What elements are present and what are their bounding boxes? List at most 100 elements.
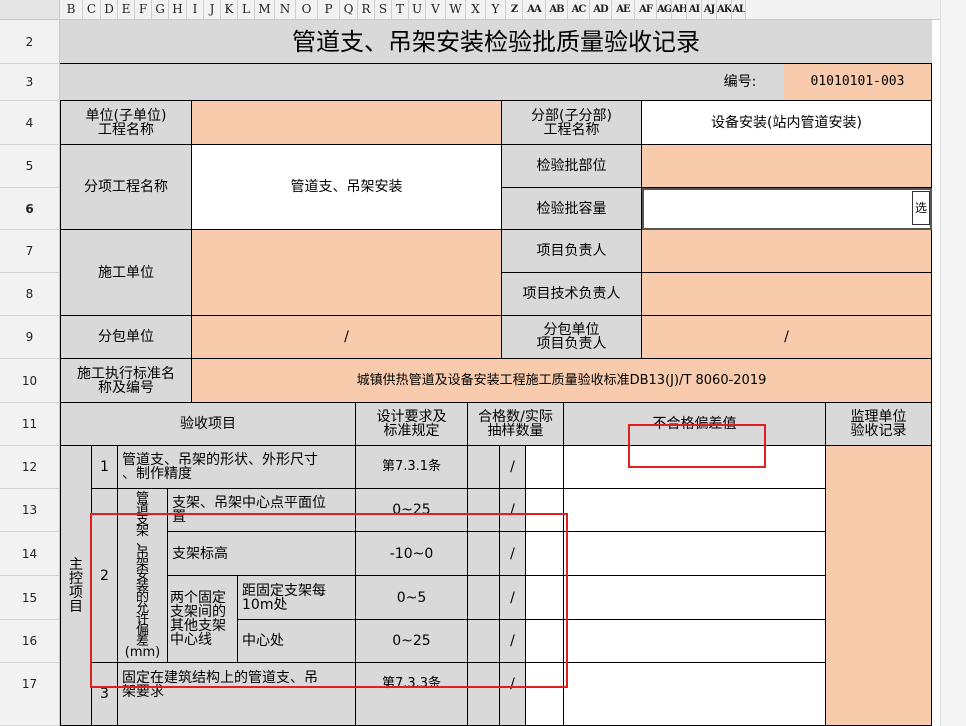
unit-value-field[interactable]	[192, 101, 502, 145]
column-header-aa[interactable]: AA	[523, 0, 546, 19]
column-header-ai[interactable]: AI	[687, 0, 702, 19]
item1-deviation[interactable]	[564, 446, 826, 489]
row-header-14[interactable]: 14	[0, 532, 59, 576]
row-header-16[interactable]: 16	[0, 620, 59, 663]
column-header-n[interactable]: N	[275, 0, 296, 19]
column-header-x[interactable]: X	[466, 0, 486, 19]
row-header-7[interactable]: 7	[0, 230, 59, 273]
row-header-12[interactable]: 12	[0, 446, 59, 489]
item2c1-qualified[interactable]	[468, 576, 500, 620]
column-header-p[interactable]: P	[318, 0, 340, 19]
row-header-9[interactable]: 9	[0, 316, 59, 359]
item3-qualified[interactable]	[468, 663, 500, 726]
column-header-h[interactable]: H	[169, 0, 187, 19]
column-header-al[interactable]: AL	[732, 0, 746, 19]
select-dropdown-button[interactable]: 选	[912, 191, 930, 225]
select-all-corner[interactable]	[0, 0, 60, 19]
column-header-u[interactable]: U	[409, 0, 426, 19]
column-header-ae[interactable]: AE	[612, 0, 635, 19]
standard-label: 施工执行标准名 称及编号	[60, 359, 192, 403]
item1-qualified[interactable]	[468, 446, 500, 489]
header-item: 验收项目	[60, 403, 356, 446]
row-header-15[interactable]: 15	[0, 576, 59, 620]
column-header-d[interactable]: D	[101, 0, 118, 19]
column-header-ah[interactable]: AH	[672, 0, 687, 19]
column-header-t[interactable]: T	[392, 0, 409, 19]
item1-standard: 第7.3.1条	[356, 446, 468, 489]
row-header-5[interactable]: 5	[0, 145, 59, 188]
supervisor-record-field[interactable]	[826, 446, 932, 726]
subcontractor-value[interactable]: /	[192, 316, 502, 359]
division-label: 分部(子分部) 工程名称	[502, 101, 642, 145]
header-design: 设计要求及 标准规定	[356, 403, 468, 446]
serial-spacer[interactable]	[60, 64, 696, 101]
batch-capacity-field[interactable]: 选	[642, 188, 932, 230]
column-header-z[interactable]: Z	[506, 0, 523, 19]
item2c1-sample-count[interactable]	[526, 576, 564, 620]
row-header-10[interactable]: 10	[0, 359, 59, 403]
item2c2-deviation[interactable]	[564, 620, 826, 663]
column-header-ak[interactable]: AK	[717, 0, 732, 19]
item2c1-deviation[interactable]	[564, 576, 826, 620]
column-header-j[interactable]: J	[204, 0, 221, 19]
sheet-title[interactable]: 管道支、吊架安装检验批质量验收记录	[60, 20, 932, 64]
column-header-k[interactable]: K	[221, 0, 238, 19]
header-supervisor: 监理单位 验收记录	[826, 403, 932, 446]
column-header-ac[interactable]: AC	[568, 0, 590, 19]
subcontractor-label: 分包单位	[60, 316, 192, 359]
pm-field[interactable]	[642, 230, 932, 273]
batch-part-field[interactable]	[642, 145, 932, 188]
item2c2-qualified[interactable]	[468, 620, 500, 663]
row-header-13[interactable]: 13	[0, 489, 59, 532]
column-header-v[interactable]: V	[426, 0, 446, 19]
item2a-sample-count[interactable]	[526, 489, 564, 532]
column-header-i[interactable]: I	[187, 0, 204, 19]
serial-value[interactable]: 01010101-003	[784, 64, 932, 101]
item3-standard: 第7.3.3条	[356, 663, 468, 726]
item3-sample-count[interactable]	[526, 663, 564, 726]
column-header-q[interactable]: Q	[340, 0, 358, 19]
column-header-s[interactable]: S	[375, 0, 392, 19]
tech-lead-field[interactable]	[642, 273, 932, 316]
item2b-deviation[interactable]	[564, 532, 826, 576]
sub-pm-value[interactable]: /	[642, 316, 932, 359]
row-header-4[interactable]: 4	[0, 101, 59, 145]
column-header-m[interactable]: M	[255, 0, 275, 19]
row-header-3[interactable]: 3	[0, 64, 59, 101]
column-header-ag[interactable]: AG	[657, 0, 672, 19]
item2b-sample-count[interactable]	[526, 532, 564, 576]
column-header-r[interactable]: R	[358, 0, 375, 19]
column-header-c[interactable]: C	[83, 0, 101, 19]
contractor-field[interactable]	[192, 230, 502, 316]
column-header-y[interactable]: Y	[486, 0, 506, 19]
item3-deviation[interactable]	[564, 663, 826, 726]
column-header-ab[interactable]: AB	[546, 0, 568, 19]
standard-value[interactable]: 城镇供热管道及设备安装工程施工质量验收标准DB13(J)/T 8060-2019	[192, 359, 932, 403]
row-header-2[interactable]: 2	[0, 20, 59, 64]
division-value[interactable]: 设备安装(站内管道安装)	[642, 101, 932, 145]
column-header-g[interactable]: G	[152, 0, 169, 19]
row-header-17[interactable]: 17	[0, 663, 59, 726]
row-header-11[interactable]: 11	[0, 403, 59, 446]
column-header-aj[interactable]: AJ	[702, 0, 717, 19]
column-header-e[interactable]: E	[118, 0, 135, 19]
item2c2-desc: 中心处	[238, 620, 356, 663]
column-header-w[interactable]: W	[446, 0, 466, 19]
sub-item-value[interactable]: 管道支、吊架安装	[192, 145, 502, 230]
item2c1-standard: 0~5	[356, 576, 468, 620]
column-header-af[interactable]: AF	[635, 0, 657, 19]
column-header-o[interactable]: O	[296, 0, 318, 19]
vertical-scrollbar[interactable]	[940, 0, 966, 726]
column-header-ad[interactable]: AD	[590, 0, 612, 19]
item2b-qualified[interactable]	[468, 532, 500, 576]
column-header-f[interactable]: F	[135, 0, 152, 19]
column-header-l[interactable]: L	[238, 0, 255, 19]
column-header-b[interactable]: B	[60, 0, 83, 19]
item2a-qualified[interactable]	[468, 489, 500, 532]
item2c2-sample-count[interactable]	[526, 620, 564, 663]
item2a-deviation[interactable]	[564, 489, 826, 532]
row-header-8[interactable]: 8	[0, 273, 59, 316]
item1-sample-count[interactable]	[526, 446, 564, 489]
unit-label: 单位(子单位) 工程名称	[60, 101, 192, 145]
row-header-6[interactable]: 6	[0, 188, 59, 230]
